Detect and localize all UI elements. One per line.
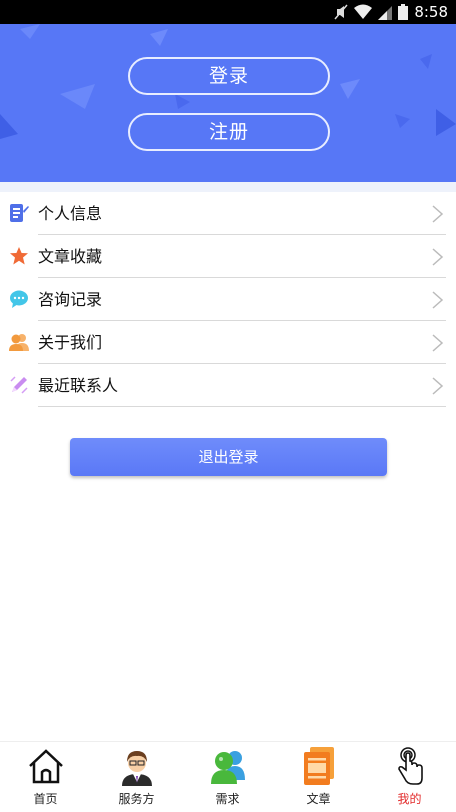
menu-item-label: 个人信息 — [38, 204, 103, 223]
chevron-right-icon — [432, 377, 444, 395]
register-button[interactable]: 注册 — [128, 113, 330, 151]
chevron-right-icon — [432, 334, 444, 352]
divider — [38, 406, 446, 407]
tab-label: 文章 — [306, 792, 331, 806]
login-button[interactable]: 登录 — [128, 57, 330, 95]
article-icon — [304, 747, 334, 785]
tab-service-provider[interactable]: 服务方 — [91, 742, 182, 812]
home-icon — [29, 749, 63, 784]
menu-item-personal-info[interactable]: 个人信息 — [0, 192, 456, 235]
menu-item-label: 最近联系人 — [38, 376, 119, 395]
logout-button[interactable]: 退出登录 — [70, 438, 387, 476]
tab-label: 服务方 — [118, 792, 155, 806]
chevron-right-icon — [432, 291, 444, 309]
chevron-right-icon — [432, 248, 444, 266]
touch-hand-icon — [398, 747, 423, 785]
tab-label: 首页 — [33, 792, 58, 806]
section-spacer — [0, 182, 456, 192]
star-icon — [10, 247, 28, 265]
chat-bubble-icon — [10, 290, 28, 308]
chevron-right-icon — [432, 205, 444, 223]
tab-label: 我的 — [397, 792, 422, 806]
menu-item-label: 关于我们 — [38, 333, 103, 352]
menu-item-consult-records[interactable]: 咨询记录 — [0, 278, 456, 321]
mute-icon — [334, 4, 348, 20]
tab-home[interactable]: 首页 — [0, 742, 91, 812]
people-icon — [9, 334, 29, 351]
clock-time: 8:58 — [414, 3, 448, 21]
account-header: 登录 注册 — [0, 24, 456, 182]
menu-item-about-us[interactable]: 关于我们 — [0, 321, 456, 364]
battery-icon — [398, 4, 409, 20]
status-bar: 8:58 — [0, 0, 456, 24]
service-provider-icon — [122, 751, 152, 786]
demand-icon — [211, 751, 245, 784]
profile-menu: 个人信息 文章收藏 咨询记录 关于我们 最近联系人 — [0, 192, 456, 407]
tab-demand[interactable]: 需求 — [182, 742, 273, 812]
background-triangles — [0, 24, 456, 139]
document-icon — [10, 204, 29, 222]
wifi-icon — [354, 4, 373, 19]
tab-article[interactable]: 文章 — [273, 742, 364, 812]
menu-item-recent-contacts[interactable]: 最近联系人 — [0, 364, 456, 407]
tab-mine[interactable]: 我的 — [364, 742, 455, 812]
tab-label: 需求 — [215, 792, 240, 806]
menu-item-label: 咨询记录 — [38, 290, 103, 309]
pencil-icon — [10, 376, 28, 394]
menu-item-article-favorites[interactable]: 文章收藏 — [0, 235, 456, 278]
signal-icon — [378, 6, 393, 20]
menu-item-label: 文章收藏 — [38, 247, 103, 266]
bottom-tab-bar: 首页 服务方 需求 文章 我的 — [0, 741, 456, 812]
